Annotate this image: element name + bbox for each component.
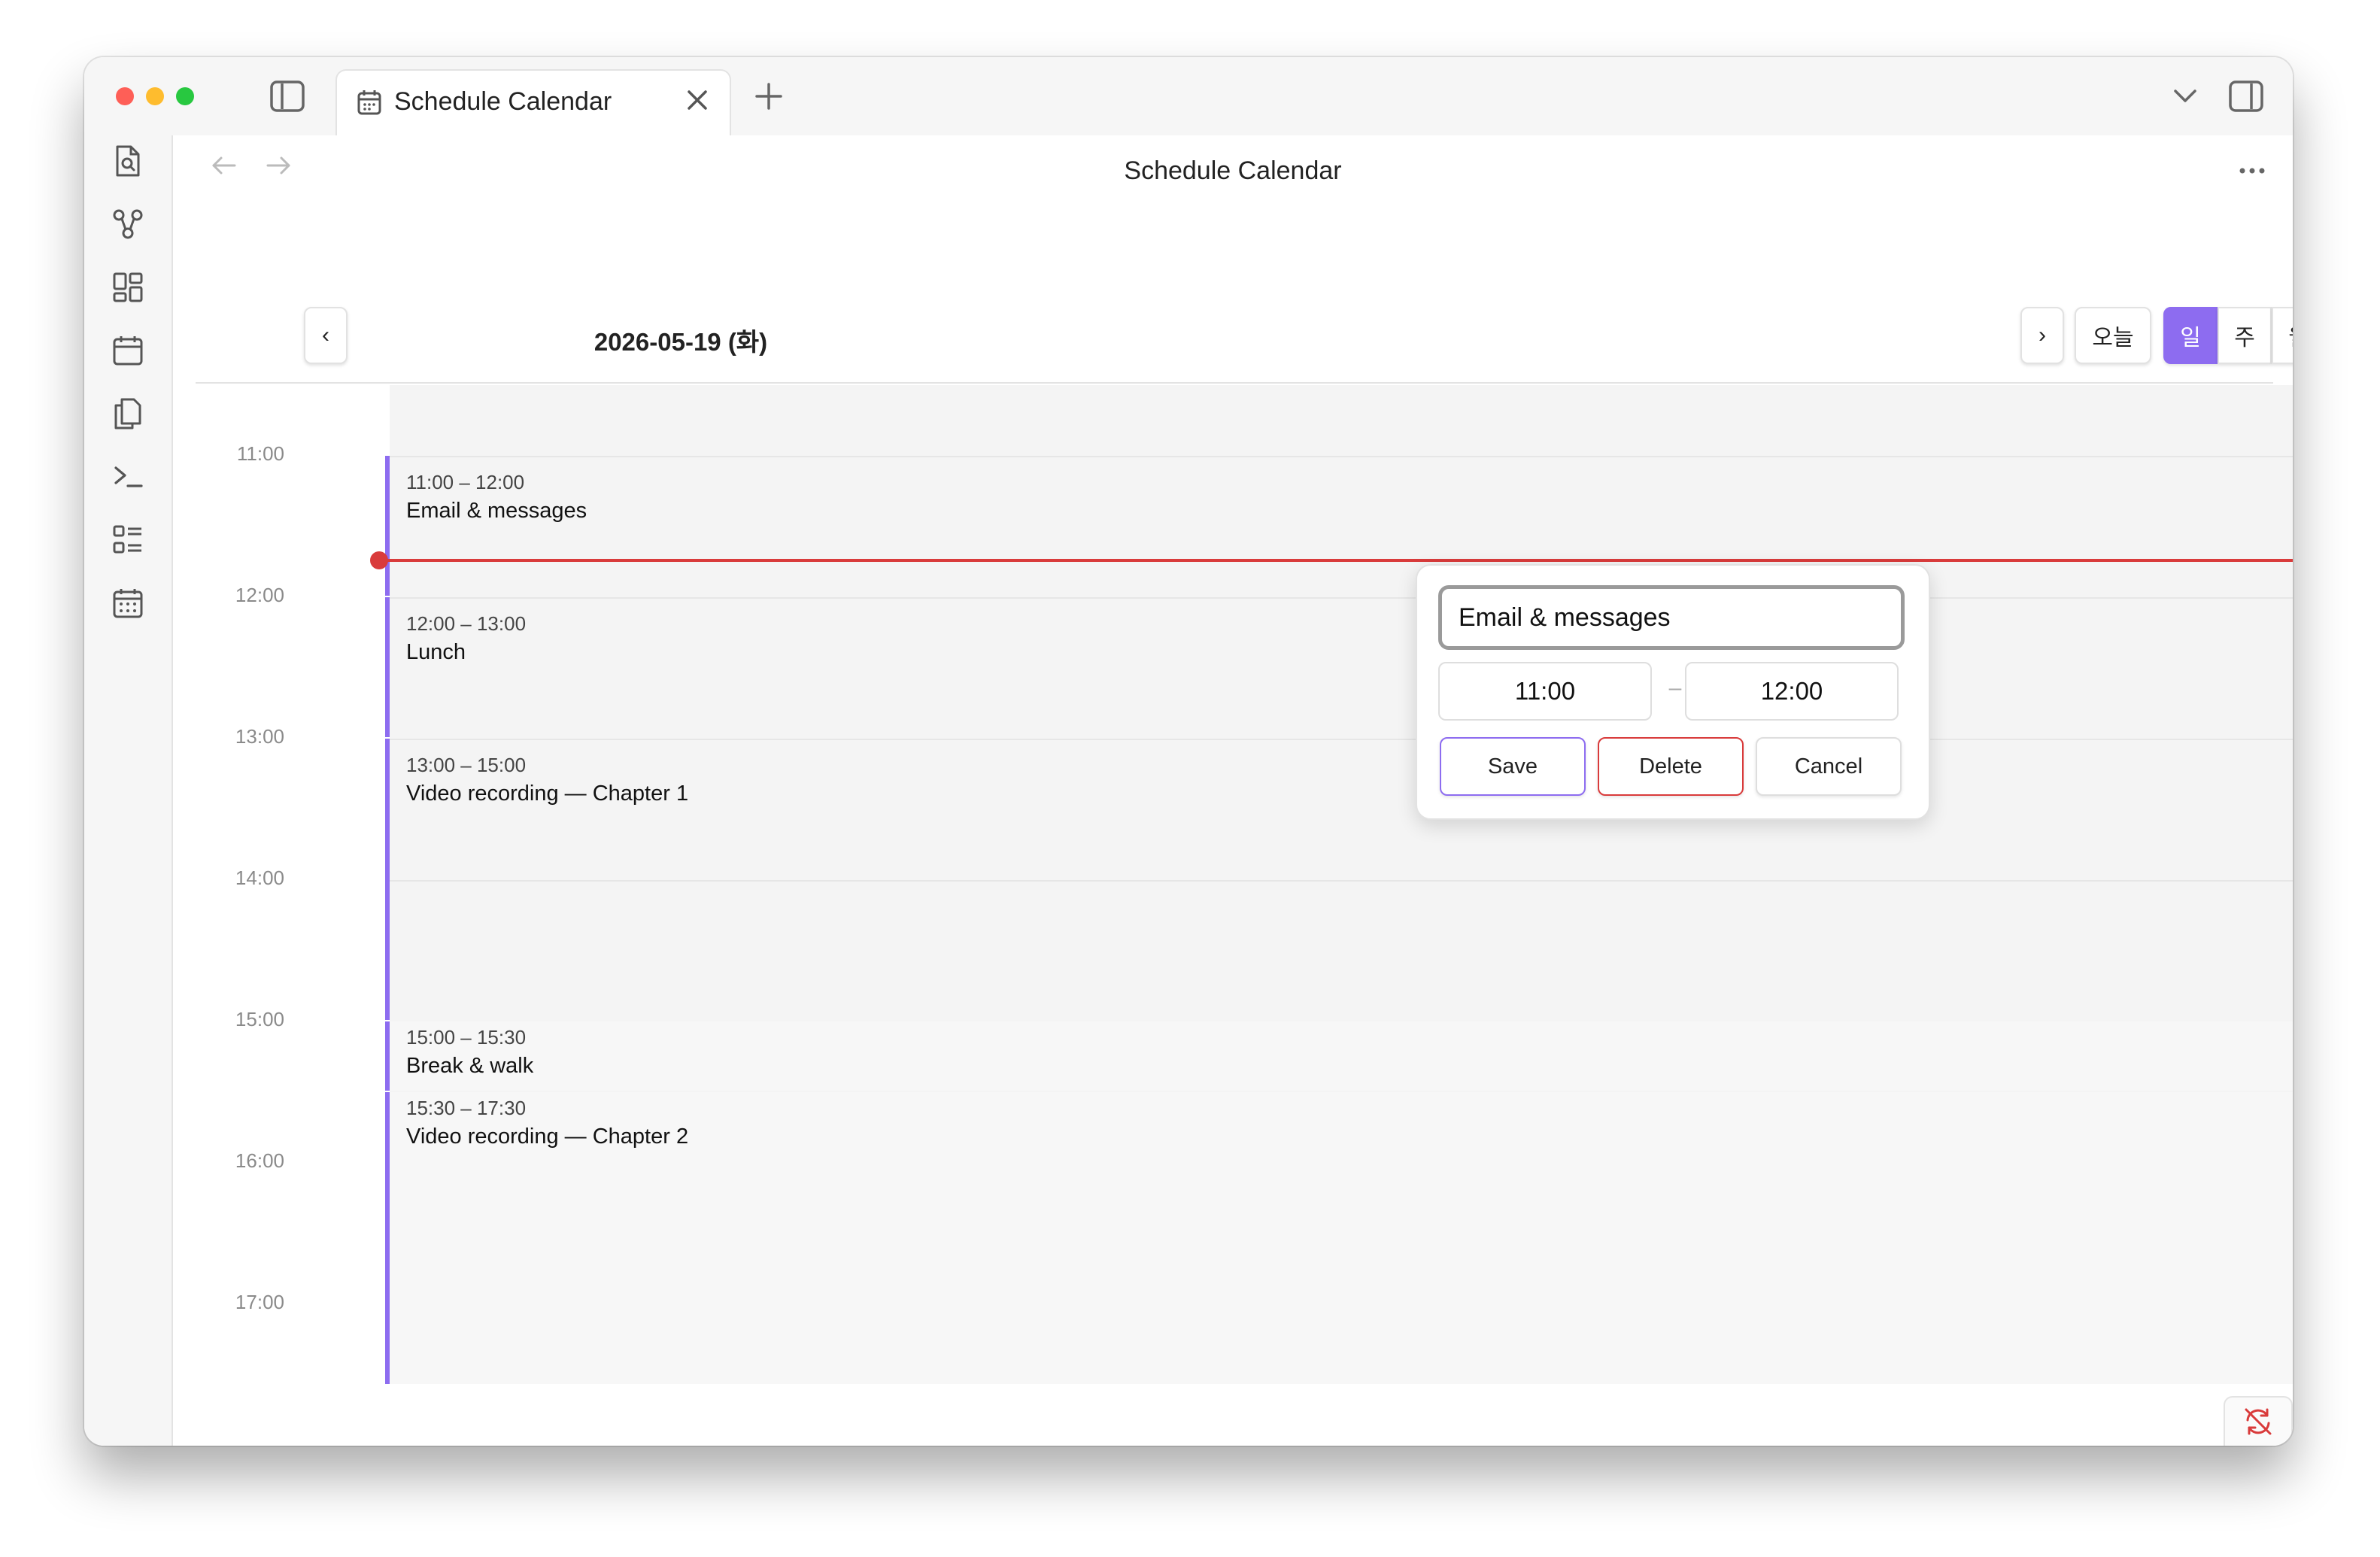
tab-title: Schedule Calendar	[394, 87, 612, 116]
event-title: Email & messages	[406, 499, 587, 523]
event-time: 15:30 – 17:30	[406, 1097, 527, 1119]
time-range-dash: –	[1668, 675, 1682, 700]
header-divider	[196, 382, 2273, 384]
end-time-input[interactable]	[1685, 662, 1899, 721]
event-block[interactable]: 15:00 – 15:30 Break & walk	[385, 1021, 2293, 1091]
more-options-icon[interactable]	[2239, 165, 2266, 179]
calendar-icon[interactable]	[110, 332, 146, 369]
tab-schedule-calendar[interactable]: Schedule Calendar	[335, 69, 731, 137]
sync-disabled-icon[interactable]	[2224, 1396, 2293, 1446]
title-bar: Schedule Calendar	[84, 57, 2293, 137]
save-button[interactable]: Save	[1440, 737, 1586, 796]
minimize-window-button[interactable]	[146, 87, 164, 105]
view-title: Schedule Calendar	[1124, 156, 1342, 185]
delete-button[interactable]: Delete	[1598, 737, 1744, 796]
sidebar-toggle-icon[interactable]	[269, 80, 305, 113]
copy-icon[interactable]	[110, 396, 146, 432]
zoom-window-button[interactable]	[176, 87, 194, 105]
event-block[interactable]: 11:00 – 12:00 Email & messages	[385, 456, 2293, 596]
close-tab-icon[interactable]	[685, 87, 710, 117]
file-search-icon[interactable]	[110, 143, 146, 179]
list-icon[interactable]	[110, 522, 146, 558]
hour-label: 17:00	[235, 1291, 284, 1313]
calendar-icon	[357, 89, 382, 120]
chevron-down-icon[interactable]	[2172, 86, 2198, 105]
event-title: Lunch	[406, 640, 466, 664]
ribbon-sidebar	[84, 135, 173, 1446]
close-window-button[interactable]	[116, 87, 134, 105]
event-time: 15:00 – 15:30	[406, 1026, 527, 1049]
event-time: 11:00 – 12:00	[406, 471, 525, 493]
today-button[interactable]: 오늘	[2075, 307, 2151, 364]
current-date: 2026-05-19 (화)	[593, 328, 768, 356]
right-sidebar-toggle-icon[interactable]	[2228, 80, 2264, 113]
hour-label: 13:00	[235, 725, 284, 748]
event-time: 12:00 – 13:00	[406, 612, 527, 635]
event-editor-popup: – Save Delete Cancel	[1416, 564, 1930, 820]
hour-label: 12:00	[235, 584, 284, 606]
calendar-grid-icon[interactable]	[110, 585, 146, 621]
next-day-button[interactable]: ›	[2020, 307, 2064, 364]
graph-icon[interactable]	[110, 206, 146, 242]
view-month-button[interactable]: 월	[2272, 307, 2293, 364]
current-time-dot	[370, 551, 388, 569]
terminal-icon[interactable]	[110, 459, 146, 495]
view-week-button[interactable]: 주	[2218, 307, 2272, 364]
event-title: Video recording — Chapter 2	[406, 1124, 689, 1149]
event-block[interactable]: 12:00 – 13:00 Lunch	[385, 597, 2293, 737]
app-window: Schedule Calendar Schedule Calendar ‹ 20…	[84, 57, 2293, 1446]
dashboard-icon[interactable]	[110, 269, 146, 305]
hour-label: 14:00	[235, 867, 284, 889]
event-block[interactable]: 13:00 – 15:00 Video recording — Chapter …	[385, 739, 2293, 1020]
new-tab-icon[interactable]	[754, 81, 784, 111]
start-time-input[interactable]	[1438, 662, 1652, 721]
hour-label: 11:00	[236, 442, 284, 465]
event-title: Break & walk	[406, 1054, 534, 1078]
hour-label: 16:00	[235, 1149, 284, 1172]
event-time: 13:00 – 15:00	[406, 754, 527, 776]
calendar-view: Schedule Calendar ‹ 2026-05-19 (화) › 오늘 …	[173, 135, 2293, 1446]
view-day-button[interactable]: 일	[2163, 307, 2218, 364]
event-title: Video recording — Chapter 1	[406, 782, 689, 806]
event-title-input[interactable]	[1438, 585, 1905, 650]
event-block[interactable]: 15:30 – 17:30 Video recording — Chapter …	[385, 1092, 2293, 1384]
current-time-line	[378, 559, 2293, 562]
cancel-button[interactable]: Cancel	[1756, 737, 1902, 796]
hour-label: 15:00	[235, 1008, 284, 1030]
